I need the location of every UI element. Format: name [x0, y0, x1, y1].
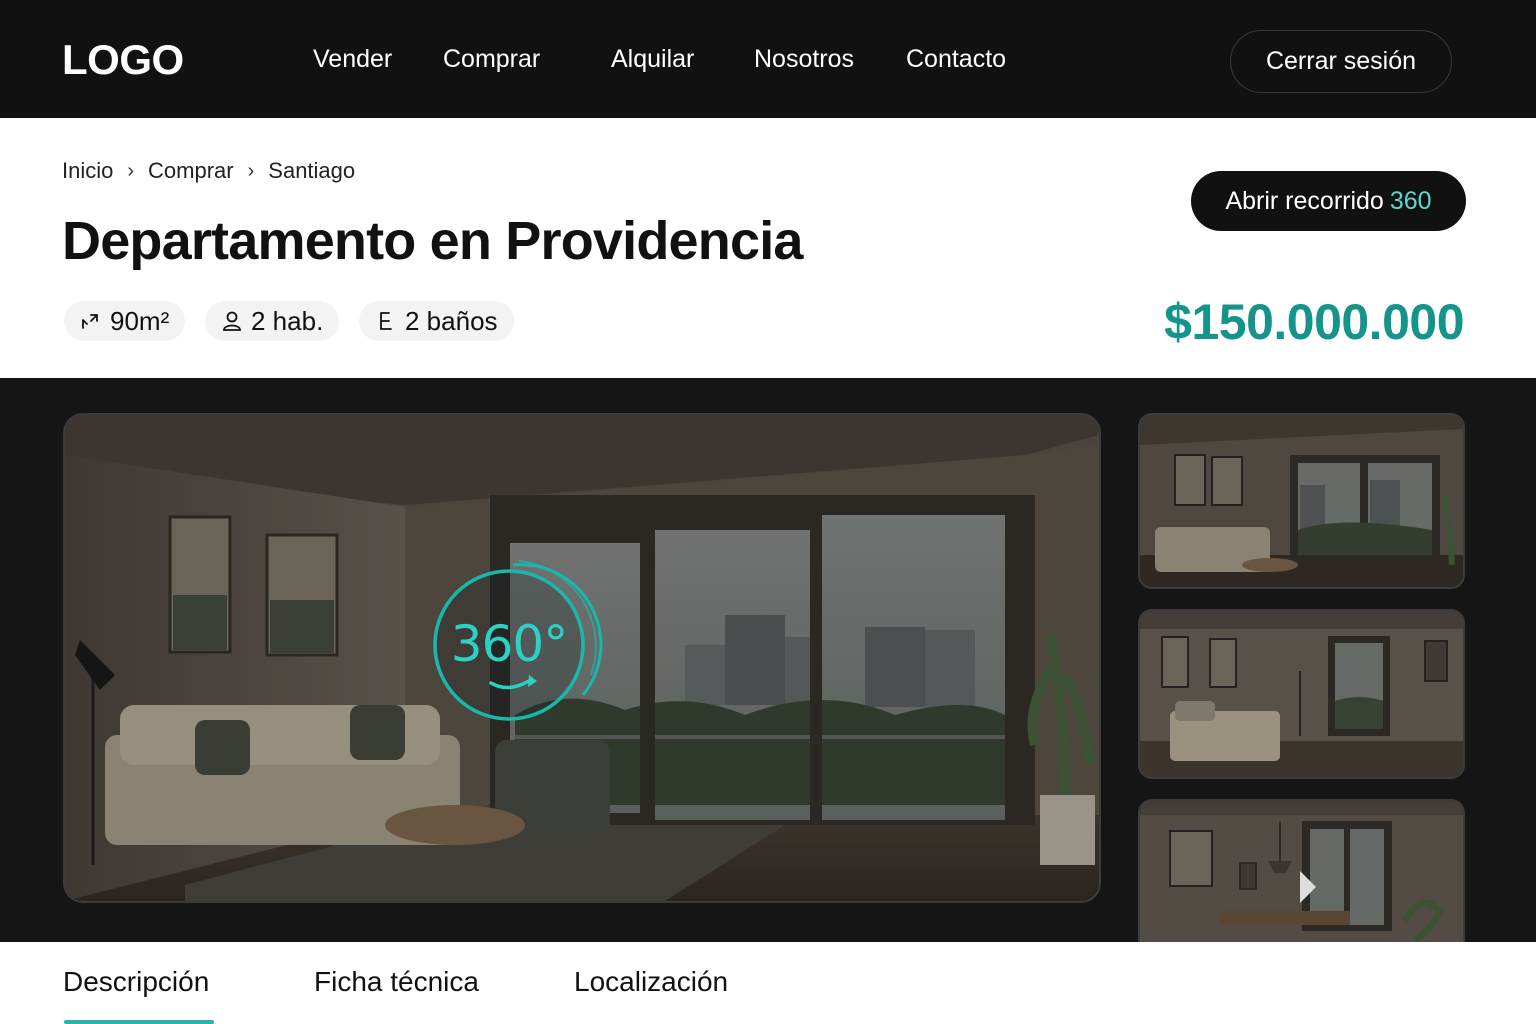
breadcrumb-santiago[interactable]: Santiago	[268, 158, 355, 184]
gallery-thumbnail[interactable]	[1138, 609, 1465, 779]
tour-button-label: Abrir recorrido	[1225, 186, 1384, 215]
tab-ficha-tecnica[interactable]: Ficha técnica	[314, 966, 479, 998]
chevron-right-icon: ›	[127, 159, 135, 182]
living-room-thumbnail-image	[1140, 415, 1463, 587]
tab-localizacion[interactable]: Localización	[574, 966, 728, 998]
360-badge-icon[interactable]: 360°	[433, 555, 613, 735]
bedroom-thumbnail-image	[1140, 611, 1463, 777]
nav-item-comprar[interactable]: Comprar	[443, 45, 540, 74]
person-icon	[223, 311, 241, 331]
active-tab-indicator	[64, 1020, 214, 1024]
area-chip: 90m²	[64, 301, 186, 341]
tour-button-accent: 360	[1389, 186, 1432, 215]
detail-tabs: Descripción Ficha técnica Localización	[0, 942, 1536, 1024]
area-value: 90m²	[110, 305, 170, 336]
logout-button[interactable]: Cerrar sesión	[1230, 30, 1452, 93]
nav-item-nosotros[interactable]: Nosotros	[754, 45, 854, 74]
page-title: Departamento en Providencia	[62, 211, 803, 271]
breadcrumb-comprar[interactable]: Comprar	[148, 158, 234, 184]
gallery-thumbnail[interactable]	[1138, 799, 1465, 942]
price: $150.000.000	[1164, 294, 1464, 350]
rooms-chip: 2 hab.	[205, 301, 340, 341]
breadcrumb-inicio[interactable]: Inicio	[62, 158, 113, 184]
logo[interactable]: LOGO	[62, 36, 184, 84]
photo-gallery: 360°	[0, 378, 1536, 942]
chevron-right-icon: ›	[247, 159, 255, 182]
rooms-value: 2 hab.	[251, 305, 324, 336]
gallery-thumbnail[interactable]	[1138, 413, 1465, 589]
bath-icon	[380, 312, 392, 330]
open-360-tour-button[interactable]: Abrir recorrido 360	[1191, 171, 1466, 231]
breadcrumb: Inicio › Comprar › Santiago	[62, 158, 355, 184]
area-icon	[82, 314, 98, 329]
nav-item-contacto[interactable]: Contacto	[906, 45, 1006, 74]
baths-value: 2 baños	[405, 305, 498, 336]
top-navbar: LOGO Vender Comprar Alquilar Nosotros Co…	[0, 0, 1536, 118]
nav-item-alquilar[interactable]: Alquilar	[611, 45, 694, 74]
360-badge-label: 360°	[450, 615, 568, 673]
baths-chip: 2 baños	[359, 301, 514, 341]
nav-item-vender[interactable]: Vender	[313, 45, 392, 74]
tab-descripcion[interactable]: Descripción	[63, 966, 209, 998]
main-photo[interactable]: 360°	[63, 413, 1101, 903]
dining-room-thumbnail-image	[1140, 801, 1463, 942]
